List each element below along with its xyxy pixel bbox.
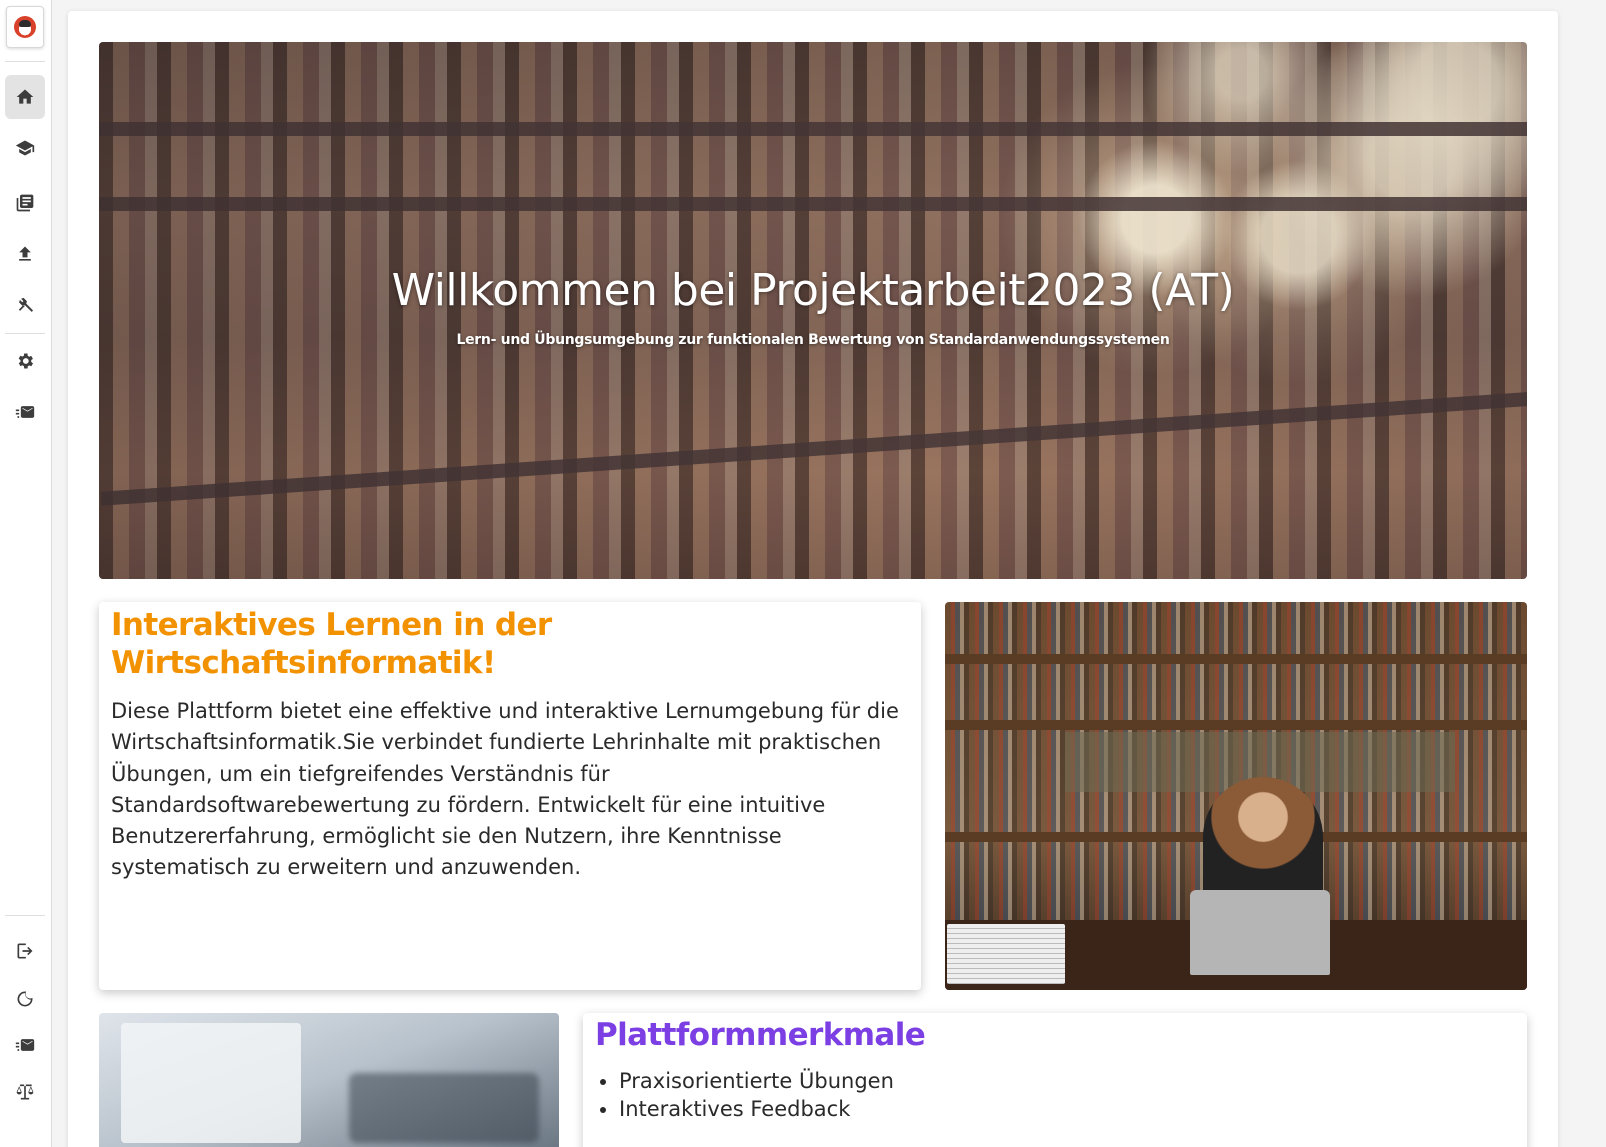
intro-title: Interaktives Lernen in der Wirtschaftsin… <box>111 607 552 681</box>
sidebar-item-upload[interactable] <box>5 232 45 276</box>
intro-card: Interaktives Lernen in der Wirtschaftsin… <box>99 602 921 990</box>
sidebar-item-home[interactable] <box>5 75 45 119</box>
sidebar-divider <box>5 915 45 916</box>
sidebar-item-legal[interactable] <box>5 1070 45 1114</box>
graduation-cap-icon <box>15 140 35 156</box>
intro-text: Diese Plattform bietet eine effektive un… <box>111 699 899 880</box>
sidebar-item-library[interactable] <box>5 181 45 225</box>
upload-icon <box>19 246 31 261</box>
sidebar-item-messages[interactable] <box>5 390 45 434</box>
logout-icon <box>17 943 33 959</box>
sidebar-item-courses[interactable] <box>5 126 45 170</box>
student-laptop-photo <box>945 602 1527 990</box>
photo-blur <box>349 1073 539 1143</box>
scales-icon <box>16 1084 34 1100</box>
sidebar-item-settings[interactable] <box>5 339 45 383</box>
features-card: Plattformmerkmale Praxisorientierte Übun… <box>583 1013 1527 1147</box>
moon-icon <box>17 991 33 1007</box>
tools-icon <box>18 297 34 312</box>
features-title: Plattformmerkmale <box>595 1017 926 1053</box>
gear-icon <box>18 353 33 369</box>
sidebar-item-logout[interactable] <box>5 929 45 973</box>
list-item: Interaktives Feedback <box>619 1095 1515 1123</box>
photo-shelf <box>945 720 1527 730</box>
photo-screen <box>121 1023 301 1143</box>
app-logo[interactable] <box>6 6 44 48</box>
home-icon <box>16 89 34 104</box>
list-item: Praxisorientierte Übungen <box>619 1067 1515 1095</box>
hero-title: Willkommen bei Projektarbeit2023 (AT) <box>391 265 1235 316</box>
sidebar-item-tools[interactable] <box>5 283 45 327</box>
laptop-screen-photo <box>99 1013 559 1147</box>
mail-icon <box>15 406 35 418</box>
features-list: Praxisorientierte Übungen Interaktives F… <box>595 1067 1515 1123</box>
sidebar-item-dark-mode[interactable] <box>5 977 45 1021</box>
hero-subtitle: Lern- und Übungsumgebung zur funktionale… <box>456 332 1170 348</box>
photo-laptop <box>1190 890 1330 975</box>
bird-mascot-icon <box>14 16 36 38</box>
sidebar <box>0 0 52 1147</box>
sidebar-divider <box>5 333 45 334</box>
photo-papers <box>947 924 1065 984</box>
sidebar-item-contact[interactable] <box>5 1023 45 1067</box>
book-stack-icon <box>16 194 34 212</box>
hero-banner: Willkommen bei Projektarbeit2023 (AT) Le… <box>99 42 1527 579</box>
mail-icon <box>15 1039 35 1051</box>
main-content: Willkommen bei Projektarbeit2023 (AT) Le… <box>68 11 1558 1147</box>
sidebar-divider <box>5 61 45 62</box>
photo-shelf <box>945 654 1527 664</box>
